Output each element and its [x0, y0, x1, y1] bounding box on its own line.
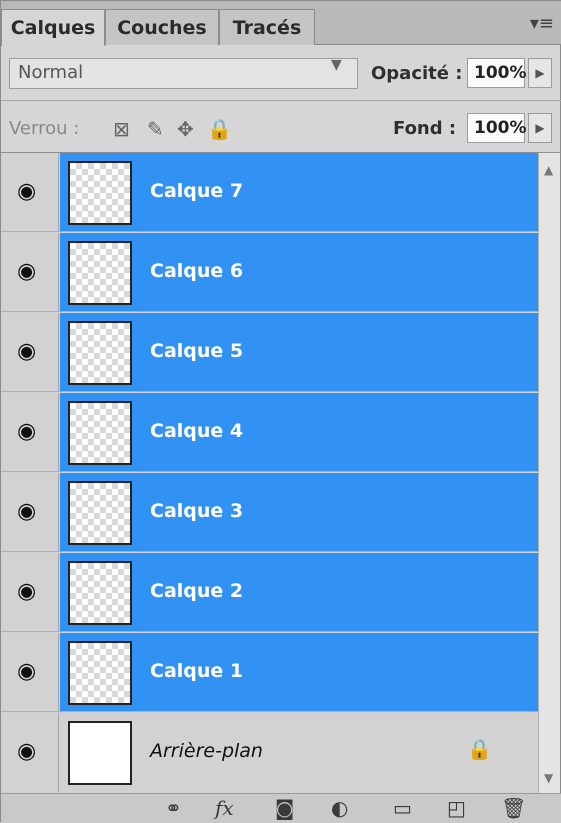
- bottom-toolbar: ⚭ fx ◙ ◐ ▭ ◰ 🗑: [1, 793, 561, 823]
- layer-thumbnail[interactable]: [68, 401, 132, 465]
- layers-panel: Calques Couches Tracés ▾≡ Normal ▼ Opaci…: [0, 0, 561, 823]
- lock-icon: 🔒: [467, 737, 492, 761]
- tab-bar: Calques Couches Tracés ▾≡: [1, 1, 561, 46]
- eye-icon[interactable]: ◉: [17, 179, 36, 204]
- opacity-label: Opacité :: [371, 63, 463, 84]
- lock-transparency-icon[interactable]: ⊠: [113, 117, 130, 141]
- eye-icon[interactable]: ◉: [17, 739, 36, 764]
- layer-body[interactable]: Arrière-plan 🔒: [60, 713, 538, 792]
- layer-row[interactable]: ◉ Calque 7: [1, 153, 538, 232]
- layer-thumbnail[interactable]: [68, 481, 132, 545]
- layer-name[interactable]: Calque 2: [150, 580, 243, 602]
- eye-icon[interactable]: ◉: [17, 499, 36, 524]
- fill-field[interactable]: 100%: [467, 113, 527, 143]
- fx-icon[interactable]: fx: [215, 796, 234, 820]
- visibility-toggle[interactable]: ◉: [1, 233, 59, 311]
- new-group-icon[interactable]: ▭: [393, 796, 412, 820]
- blend-mode-select[interactable]: Normal: [9, 58, 358, 89]
- layer-row[interactable]: ◉ Calque 3: [1, 473, 538, 552]
- trash-icon[interactable]: 🗑: [501, 796, 526, 820]
- visibility-toggle[interactable]: ◉: [1, 153, 59, 231]
- layer-row[interactable]: ◉ Calque 2: [1, 553, 538, 632]
- tab-couches[interactable]: Couches: [105, 9, 219, 45]
- layer-body[interactable]: Calque 4: [60, 393, 538, 471]
- chevron-down-icon[interactable]: ▼: [331, 57, 342, 73]
- scroll-down-icon[interactable]: ▼: [544, 771, 553, 785]
- layer-thumbnail[interactable]: [68, 641, 132, 705]
- tab-calques[interactable]: Calques: [1, 9, 105, 46]
- layer-thumbnail[interactable]: [68, 561, 132, 625]
- eye-icon[interactable]: ◉: [17, 419, 36, 444]
- tab-traces[interactable]: Tracés: [219, 9, 315, 45]
- lock-all-icon[interactable]: 🔒: [207, 117, 232, 141]
- layer-name[interactable]: Calque 3: [150, 500, 243, 522]
- layer-row[interactable]: ◉ Calque 4: [1, 393, 538, 472]
- adjustment-layer-icon[interactable]: ◐: [331, 796, 348, 820]
- layer-body[interactable]: Calque 7: [60, 153, 538, 231]
- lock-label: Verrou :: [9, 118, 80, 139]
- layer-name[interactable]: Arrière-plan: [150, 740, 263, 762]
- visibility-toggle[interactable]: ◉: [1, 393, 59, 471]
- fill-slider-button[interactable]: ▶: [528, 113, 552, 143]
- layer-row-background[interactable]: ◉ Arrière-plan 🔒: [1, 713, 538, 792]
- lock-move-icon[interactable]: ✥: [177, 117, 194, 141]
- add-mask-icon[interactable]: ◙: [275, 796, 294, 820]
- layer-thumbnail[interactable]: [68, 241, 132, 305]
- layer-body[interactable]: Calque 3: [60, 473, 538, 551]
- layer-body[interactable]: Calque 1: [60, 633, 538, 711]
- eye-icon[interactable]: ◉: [17, 339, 36, 364]
- opacity-slider-button[interactable]: ▶: [528, 58, 552, 88]
- layer-name[interactable]: Calque 5: [150, 340, 243, 362]
- link-layers-icon[interactable]: ⚭: [165, 796, 182, 820]
- visibility-toggle[interactable]: ◉: [1, 553, 59, 631]
- blend-row: Normal ▼ Opacité : 100% ▶: [1, 45, 561, 101]
- visibility-toggle[interactable]: ◉: [1, 713, 59, 792]
- fill-label: Fond :: [393, 118, 457, 139]
- layers-list: ◉ Calque 7 ◉ Calque 6 ◉ Calque 5 ◉ Calqu…: [1, 153, 538, 793]
- layer-name[interactable]: Calque 6: [150, 260, 243, 282]
- layer-body[interactable]: Calque 5: [60, 313, 538, 391]
- layer-body[interactable]: Calque 2: [60, 553, 538, 631]
- layer-row[interactable]: ◉ Calque 1: [1, 633, 538, 712]
- layer-name[interactable]: Calque 7: [150, 180, 243, 202]
- visibility-toggle[interactable]: ◉: [1, 473, 59, 551]
- eye-icon[interactable]: ◉: [17, 659, 36, 684]
- layer-body[interactable]: Calque 6: [60, 233, 538, 311]
- layer-thumbnail[interactable]: [68, 721, 132, 785]
- layer-row[interactable]: ◉ Calque 5: [1, 313, 538, 392]
- scrollbar[interactable]: ▲ ▼: [538, 153, 560, 793]
- panel-menu-icon[interactable]: ▾≡: [530, 13, 554, 34]
- lock-row: Verrou : ⊠ ✎ ✥ 🔒 Fond : 100% ▶: [1, 101, 561, 153]
- eye-icon[interactable]: ◉: [17, 259, 36, 284]
- layer-name[interactable]: Calque 1: [150, 660, 243, 682]
- new-layer-icon[interactable]: ◰: [447, 796, 466, 820]
- layer-thumbnail[interactable]: [68, 321, 132, 385]
- layer-name[interactable]: Calque 4: [150, 420, 243, 442]
- opacity-field[interactable]: 100%: [467, 58, 527, 88]
- scroll-up-icon[interactable]: ▲: [544, 163, 553, 177]
- layer-thumbnail[interactable]: [68, 161, 132, 225]
- visibility-toggle[interactable]: ◉: [1, 313, 59, 391]
- lock-brush-icon[interactable]: ✎: [147, 117, 164, 141]
- visibility-toggle[interactable]: ◉: [1, 633, 59, 711]
- layer-row[interactable]: ◉ Calque 6: [1, 233, 538, 312]
- eye-icon[interactable]: ◉: [17, 579, 36, 604]
